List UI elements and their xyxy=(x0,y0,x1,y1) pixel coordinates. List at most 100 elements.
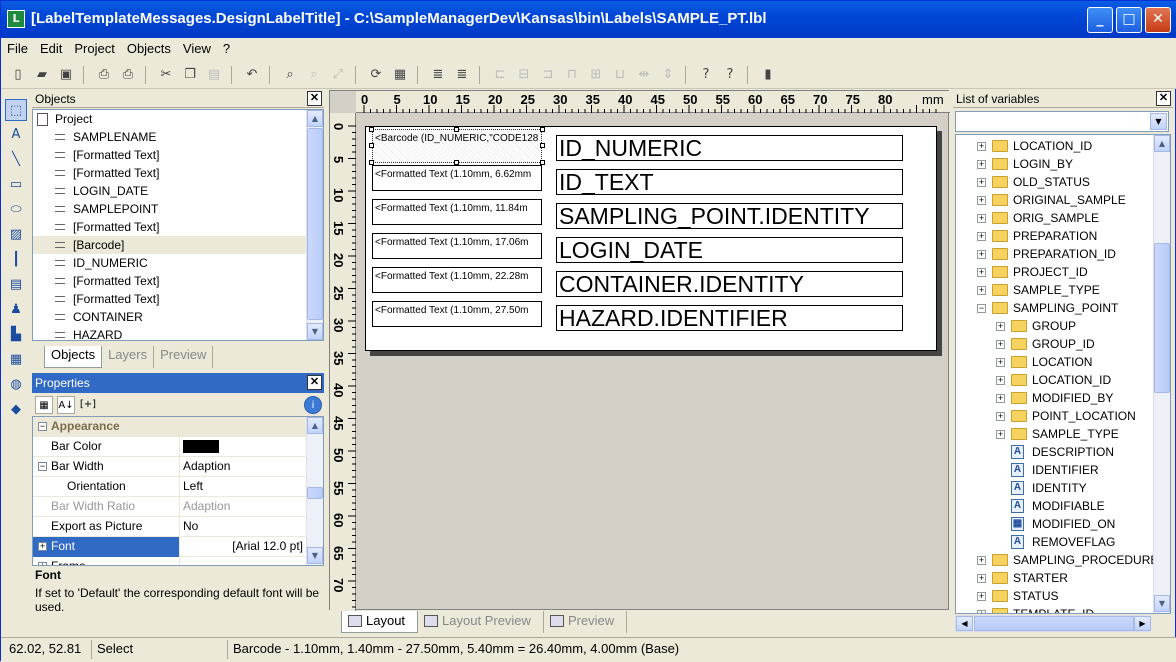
collapse-icon[interactable]: − xyxy=(38,422,47,431)
rtf-tool-icon[interactable]: ▤ xyxy=(5,274,27,296)
bookmark-icon[interactable]: ▮ xyxy=(757,64,779,86)
variable-tree-item[interactable]: A IDENTITY xyxy=(956,479,1154,497)
property-value[interactable]: Left xyxy=(181,477,307,497)
layer-front-icon[interactable]: ≣ xyxy=(427,64,449,86)
align-left-icon[interactable]: ⊏ xyxy=(489,64,511,86)
scroll-up-icon[interactable]: ▲ xyxy=(307,417,323,434)
expand-icon[interactable]: + xyxy=(996,376,1005,385)
resize-handle[interactable] xyxy=(540,127,545,132)
design-workspace[interactable]: 0 5 10 15 20 25 30 35 40 45 50 55 60 65 70 75 80 mm 0 5 10… xyxy=(329,90,950,611)
title-bar[interactable]: L [LabelTemplateMessages.DesignLabelTitl… xyxy=(1,1,1176,38)
formatted-text-object[interactable]: <Formatted Text (1.10mm, 17.06m xyxy=(372,233,542,259)
cut-icon[interactable]: ✂ xyxy=(155,64,177,86)
properties-icon[interactable]: ▦ xyxy=(389,64,411,86)
formatted-text-tool-icon[interactable]: ♟ xyxy=(5,299,27,321)
new-icon[interactable]: ▯ xyxy=(7,64,29,86)
object-tree-item[interactable]: [Formatted Text] xyxy=(33,218,323,236)
expand-icon[interactable]: + xyxy=(977,574,986,583)
align-right-icon[interactable]: ⊐ xyxy=(537,64,559,86)
formatted-text-object[interactable]: <Formatted Text (1.10mm, 22.28m xyxy=(372,267,542,293)
variable-tree-item[interactable]: A REMOVEFLAG xyxy=(956,533,1154,551)
chart-tool-icon[interactable]: ▙ xyxy=(5,324,27,346)
maximize-button[interactable]: □ xyxy=(1116,7,1142,33)
align-middle-icon[interactable]: ⊞ xyxy=(585,64,607,86)
resize-handle[interactable] xyxy=(540,143,545,148)
align-top-icon[interactable]: ⊓ xyxy=(561,64,583,86)
print-preview-icon[interactable]: ⎙ xyxy=(117,64,139,86)
tab-layout-preview[interactable]: Layout Preview xyxy=(418,611,544,633)
property-row[interactable]: Bar Color xyxy=(33,437,307,457)
variable-tree-item[interactable]: − SAMPLING_POINT xyxy=(956,299,1154,317)
property-row[interactable]: + Frame xyxy=(33,557,307,565)
close-button[interactable]: ✕ xyxy=(1145,7,1171,33)
property-value[interactable]: Adaption xyxy=(181,457,307,477)
align-bottom-icon[interactable]: ⊔ xyxy=(609,64,631,86)
scroll-right-icon[interactable]: ▶ xyxy=(1134,616,1151,631)
variable-tree-item[interactable]: ▦ MODIFIED_ON xyxy=(956,515,1154,533)
collapse-icon[interactable]: − xyxy=(38,462,47,471)
close-icon[interactable]: ✕ xyxy=(1156,91,1171,106)
text-field-object[interactable]: LOGIN_DATE xyxy=(556,237,903,263)
expand-icon[interactable]: + xyxy=(996,394,1005,403)
variable-tree-item[interactable]: + POINT_LOCATION xyxy=(956,407,1154,425)
tab-preview[interactable]: Preview xyxy=(544,611,628,633)
menu-objects[interactable]: Objects xyxy=(121,38,177,61)
objects-tree[interactable]: Project SAMPLENAME [Formatted Text] [Format… xyxy=(32,109,324,341)
property-row[interactable]: + Font [Arial 12.0 pt] xyxy=(33,537,307,557)
formatted-text-object[interactable]: <Formatted Text (1.10mm, 6.62mm xyxy=(372,165,542,191)
scroll-thumb[interactable] xyxy=(1154,243,1170,393)
undo-icon[interactable]: ↶ xyxy=(241,64,263,86)
sort-az-icon[interactable]: A↓ xyxy=(57,396,75,414)
menu-help[interactable]: ? xyxy=(217,38,236,61)
expand-icon[interactable]: + xyxy=(996,358,1005,367)
align-center-icon[interactable]: ⊟ xyxy=(513,64,535,86)
zoom-in-icon[interactable]: ⌕ xyxy=(279,64,301,86)
save-icon[interactable]: ▣ xyxy=(55,64,77,86)
tab-preview[interactable]: Preview xyxy=(154,346,214,368)
expand-icon[interactable]: + xyxy=(38,542,47,551)
property-value[interactable] xyxy=(181,437,307,457)
text-tool-icon[interactable]: A xyxy=(5,124,27,146)
expand-icon[interactable]: + xyxy=(977,556,986,565)
ellipse-tool-icon[interactable]: ⬭ xyxy=(5,199,27,221)
variable-tree-item[interactable]: + SAMPLE_TYPE xyxy=(956,425,1154,443)
print-icon[interactable]: ⎙ xyxy=(93,64,115,86)
variable-tree-item[interactable]: + LOCATION_ID xyxy=(956,137,1154,155)
variable-tree-item[interactable]: + PROJECT_ID xyxy=(956,263,1154,281)
expand-icon[interactable]: + xyxy=(996,340,1005,349)
variable-tree-item[interactable]: + ORIGINAL_SAMPLE xyxy=(956,191,1154,209)
space-horizontal-icon[interactable]: ⇹ xyxy=(633,64,655,86)
line-tool-icon[interactable]: ╲ xyxy=(5,149,27,171)
tab-objects[interactable]: Objects xyxy=(44,346,103,368)
chevron-down-icon[interactable]: ▼ xyxy=(1150,113,1167,130)
whats-this-icon[interactable]: ? xyxy=(719,64,741,86)
property-row[interactable]: Bar Width Ratio Adaption xyxy=(33,497,307,517)
ole-tool-icon[interactable]: ◆ xyxy=(5,399,27,421)
open-icon[interactable]: ▰ xyxy=(31,64,53,86)
variables-tree[interactable]: + LOCATION_ID + LOGIN_BY + OLD_STATUS + ORIGINA… xyxy=(955,134,1171,614)
menu-edit[interactable]: Edit xyxy=(34,38,68,61)
variable-tree-item[interactable]: + GROUP xyxy=(956,317,1154,335)
expand-icon[interactable]: + xyxy=(977,268,986,277)
tab-layers[interactable]: Layers xyxy=(102,346,155,368)
variables-horizontal-scrollbar[interactable]: ◀ ▶ xyxy=(955,615,1151,632)
object-tree-item[interactable]: [Barcode] xyxy=(33,236,323,254)
expand-icon[interactable]: + xyxy=(977,214,986,223)
variables-filter-combo[interactable]: ▼ xyxy=(955,111,1169,132)
label-canvas[interactable]: <Barcode (ID_NUMERIC,"CODE128 <Formatted … xyxy=(365,126,937,351)
expand-icon[interactable]: + xyxy=(977,178,986,187)
close-icon[interactable]: ✕ xyxy=(307,375,322,390)
select-tool-icon[interactable]: ⬚ xyxy=(5,99,27,121)
help-icon[interactable]: ? xyxy=(695,64,717,86)
expand-icon[interactable]: + xyxy=(996,322,1005,331)
scroll-up-icon[interactable]: ▲ xyxy=(307,110,323,127)
scroll-down-icon[interactable]: ▼ xyxy=(307,323,323,340)
collapse-icon[interactable]: − xyxy=(977,304,986,313)
space-vertical-icon[interactable]: ⇕ xyxy=(657,64,679,86)
variable-tree-item[interactable]: A MODIFIABLE xyxy=(956,497,1154,515)
variable-tree-item[interactable]: + GROUP_ID xyxy=(956,335,1154,353)
expand-all-icon[interactable]: [+] xyxy=(79,396,97,414)
color-swatch[interactable] xyxy=(183,440,219,453)
expand-icon[interactable]: + xyxy=(977,250,986,259)
object-tree-item[interactable]: CONTAINER xyxy=(33,308,323,326)
